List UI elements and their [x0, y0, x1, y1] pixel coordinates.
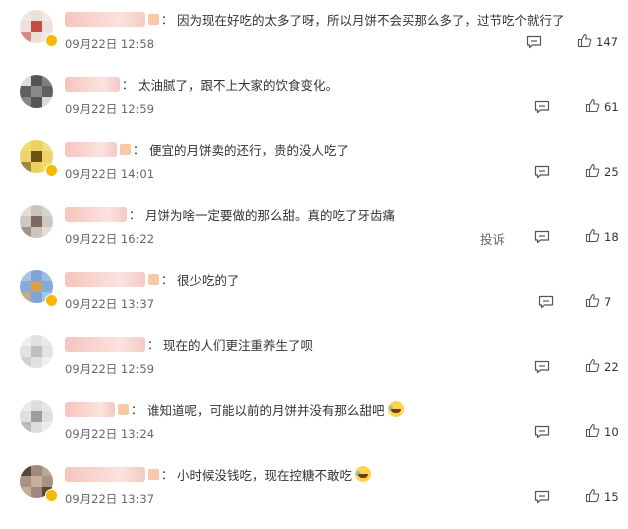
- comment-text: 谁知道呢，可能以前的月饼并没有那么甜吧: [147, 402, 385, 418]
- avatar[interactable]: [20, 335, 53, 368]
- comment-item: ：小时候没钱吃，现在控糖不敢吃 09月22日 13:37 15: [0, 465, 628, 529]
- comment-icon[interactable]: [526, 34, 542, 49]
- comment-line: ：因为现在好吃的太多了呀，所以月饼不会买那么多了，过节吃个就行了: [65, 8, 565, 30]
- comment-line: ：太油腻了，跟不上大家的饮食变化。: [65, 73, 338, 95]
- like-count: 22: [604, 360, 619, 374]
- colon-separator: ：: [129, 207, 142, 222]
- comment-icon[interactable]: [534, 489, 550, 504]
- comment-text: 现在的人们更注重养生了呗: [163, 337, 314, 353]
- thumbs-up-icon[interactable]: [585, 228, 600, 243]
- report-button[interactable]: 投诉: [480, 229, 505, 248]
- username-blurred[interactable]: [65, 271, 145, 287]
- like-count: 147: [596, 35, 618, 49]
- comment-line: ：很少吃的了: [65, 268, 240, 290]
- thumbs-up-icon[interactable]: [585, 358, 600, 373]
- username-blurred[interactable]: [65, 141, 117, 157]
- comment-icon[interactable]: [534, 359, 550, 374]
- comment-text: 很少吃的了: [177, 272, 240, 288]
- comment-icon[interactable]: [538, 294, 554, 309]
- comment-line: ：谁知道呢，可能以前的月饼并没有那么甜吧: [65, 398, 404, 420]
- like-count: 10: [604, 425, 619, 439]
- comment-date: 09月22日 13:24: [65, 427, 155, 441]
- comment-item: ：现在的人们更注重养生了呗 09月22日 12:59 22: [0, 335, 628, 399]
- thumbs-up-icon[interactable]: [577, 33, 592, 48]
- username-blurred[interactable]: [65, 206, 127, 222]
- verified-badge-icon: [45, 34, 58, 47]
- avatar[interactable]: [20, 400, 53, 433]
- thumbs-up-icon[interactable]: [585, 163, 600, 178]
- comment-item: ：月饼为啥一定要做的那么甜。真的吃了牙齿痛 09月22日 16:22 投诉 18: [0, 205, 628, 269]
- comment-icon[interactable]: [534, 99, 550, 114]
- comment-item: ：很少吃的了 09月22日 13:37 7: [0, 270, 628, 334]
- like-count: 25: [604, 165, 619, 179]
- username-blurred[interactable]: [65, 466, 145, 482]
- colon-separator: ：: [133, 142, 146, 157]
- user-level-icon: [148, 13, 159, 25]
- comment-line: ：便宜的月饼卖的还行，贵的没人吃了: [65, 138, 349, 160]
- comment-date: 09月22日 12:59: [65, 362, 155, 376]
- laugh-cry-emoji-icon: [387, 401, 404, 417]
- comment-icon[interactable]: [534, 164, 550, 179]
- user-level-icon: [118, 403, 129, 415]
- comment-text: 小时候没钱吃，现在控糖不敢吃: [177, 467, 353, 483]
- comment-date: 09月22日 16:22: [65, 232, 155, 246]
- username-blurred[interactable]: [65, 401, 115, 417]
- avatar[interactable]: [20, 205, 53, 238]
- comment-item: ：因为现在好吃的太多了呀，所以月饼不会买那么多了，过节吃个就行了 09月22日 1…: [0, 10, 628, 74]
- comment-text: 便宜的月饼卖的还行，贵的没人吃了: [149, 142, 350, 158]
- thumbs-up-icon[interactable]: [585, 293, 600, 308]
- verified-badge-icon: [45, 164, 58, 177]
- comment-text: 因为现在好吃的太多了呀，所以月饼不会买那么多了，过节吃个就行了: [177, 12, 565, 28]
- comment-line: ：现在的人们更注重养生了呗: [65, 333, 313, 355]
- like-count: 61: [604, 100, 619, 114]
- username-blurred[interactable]: [65, 76, 120, 92]
- username-blurred[interactable]: [65, 336, 145, 352]
- comment-date: 09月22日 13:37: [65, 297, 155, 311]
- like-count: 18: [604, 230, 619, 244]
- comment-item: ：便宜的月饼卖的还行，贵的没人吃了 09月22日 14:01 25: [0, 140, 628, 204]
- comment-line: ：小时候没钱吃，现在控糖不敢吃: [65, 463, 372, 485]
- laugh-cry-emoji-icon: [355, 466, 372, 482]
- verified-badge-icon: [45, 294, 58, 307]
- colon-separator: ：: [161, 467, 174, 482]
- thumbs-up-icon[interactable]: [585, 98, 600, 113]
- username-blurred[interactable]: [65, 11, 145, 27]
- comment-item: ：谁知道呢，可能以前的月饼并没有那么甜吧 09月22日 13:24 10: [0, 400, 628, 464]
- comment-date: 09月22日 12:59: [65, 102, 155, 116]
- user-level-icon: [148, 273, 159, 285]
- comment-line: ：月饼为啥一定要做的那么甜。真的吃了牙齿痛: [65, 203, 395, 225]
- comment-icon[interactable]: [534, 424, 550, 439]
- comment-date: 09月22日 13:37: [65, 492, 155, 506]
- colon-separator: ：: [131, 402, 144, 417]
- colon-separator: ：: [161, 12, 174, 27]
- like-count: 15: [604, 490, 619, 504]
- comment-date: 09月22日 12:58: [65, 37, 155, 51]
- thumbs-up-icon[interactable]: [585, 488, 600, 503]
- avatar[interactable]: [20, 75, 53, 108]
- comment-date: 09月22日 14:01: [65, 167, 155, 181]
- user-level-icon: [148, 468, 159, 480]
- comment-text: 月饼为啥一定要做的那么甜。真的吃了牙齿痛: [145, 207, 396, 223]
- thumbs-up-icon[interactable]: [585, 423, 600, 438]
- like-count: 7: [604, 295, 612, 309]
- comment-icon[interactable]: [534, 229, 550, 244]
- verified-badge-icon: [45, 489, 58, 502]
- colon-separator: ：: [122, 77, 135, 92]
- user-level-icon: [120, 143, 131, 155]
- colon-separator: ：: [161, 272, 174, 287]
- comment-item: ：太油腻了，跟不上大家的饮食变化。 09月22日 12:59 61: [0, 75, 628, 139]
- comment-text: 太油腻了，跟不上大家的饮食变化。: [138, 77, 339, 93]
- colon-separator: ：: [147, 337, 160, 352]
